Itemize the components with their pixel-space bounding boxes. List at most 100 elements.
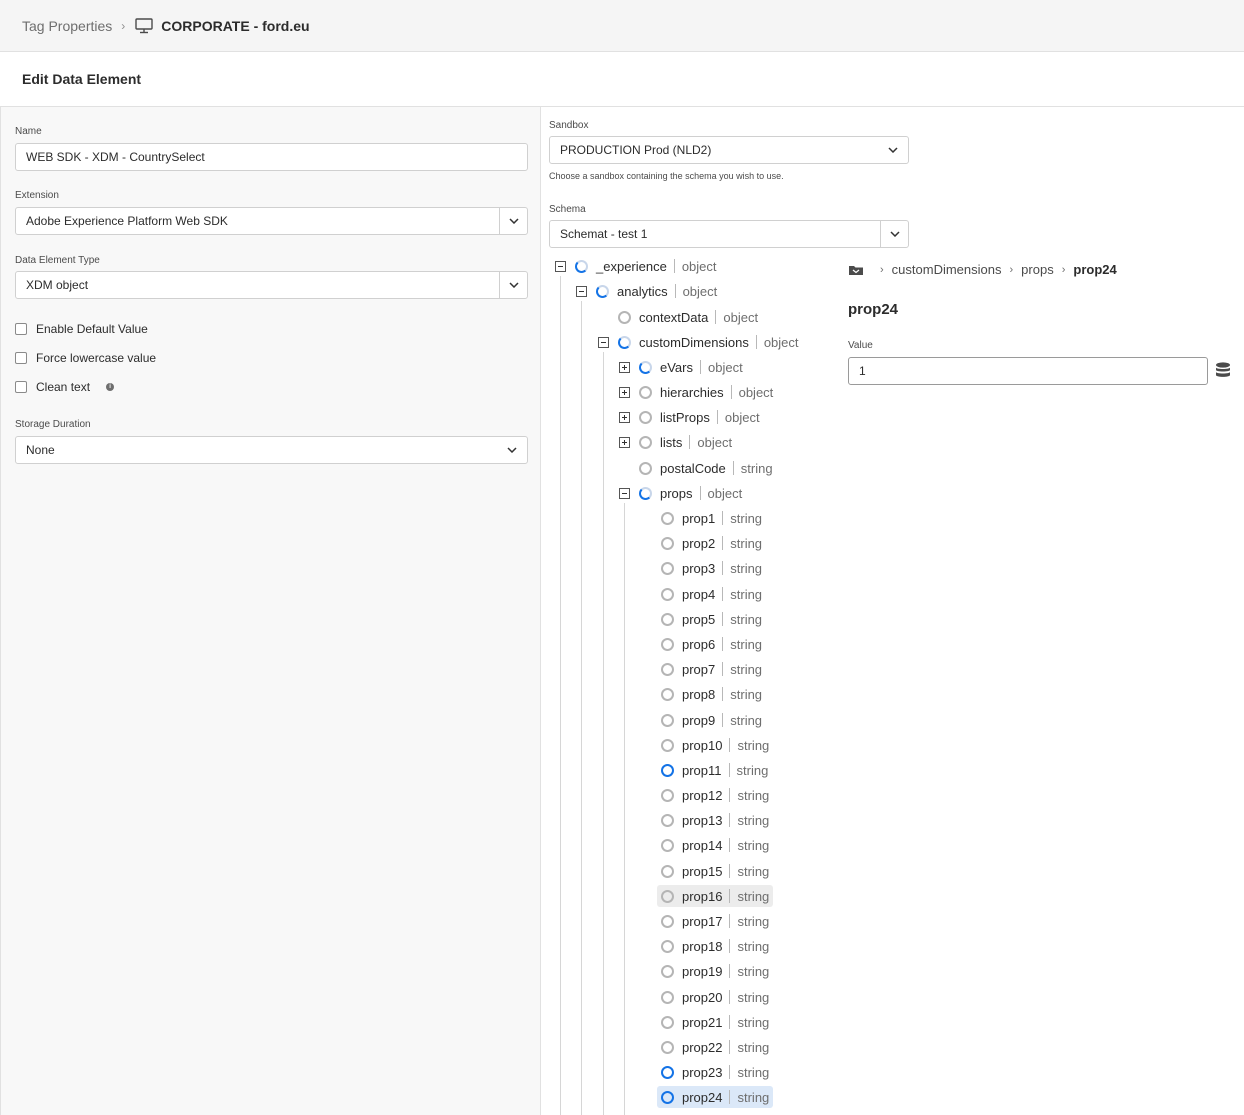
selection-circle-icon[interactable] — [661, 889, 674, 903]
breadcrumb-tag-properties[interactable]: Tag Properties — [22, 18, 112, 34]
expand-toggle[interactable] — [619, 437, 630, 448]
selection-circle-icon[interactable] — [661, 813, 674, 827]
tree-node-prop2[interactable]: prop2 string — [661, 532, 762, 554]
data-element-icon[interactable] — [1215, 362, 1231, 379]
selection-circle-icon[interactable] — [661, 612, 674, 626]
tree-node-prop7[interactable]: prop7 string — [661, 658, 762, 680]
selection-circle-icon[interactable] — [661, 587, 674, 601]
expand-toggle[interactable] — [619, 387, 630, 398]
value-input[interactable]: 1 — [848, 357, 1208, 385]
selection-circle-icon[interactable] — [661, 662, 674, 676]
selection-circle-icon[interactable] — [639, 461, 652, 475]
selection-circle-icon[interactable] — [575, 259, 588, 273]
tree-node-prop10[interactable]: prop10 string — [661, 734, 769, 756]
tree-node-prop19[interactable]: prop19 string — [661, 960, 769, 982]
selection-circle-icon[interactable] — [661, 637, 674, 651]
storage-duration-picker[interactable]: None — [15, 436, 528, 464]
schema-picker-button[interactable] — [880, 221, 908, 247]
tree-node-prop9[interactable]: prop9 string — [661, 709, 762, 731]
tree-node-hierarchies[interactable]: hierarchies object — [639, 381, 773, 403]
selection-circle-icon[interactable] — [639, 360, 652, 374]
selection-circle-icon[interactable] — [661, 763, 674, 777]
collapse-toggle[interactable] — [619, 488, 630, 499]
selection-circle-icon[interactable] — [639, 486, 652, 500]
tree-node-prop1[interactable]: prop1 string — [661, 507, 762, 529]
collapse-toggle[interactable] — [598, 337, 609, 348]
tree-node-prop12[interactable]: prop12 string — [661, 784, 769, 806]
enable-default-value-checkbox[interactable]: Enable Default Value — [15, 322, 148, 336]
tree-node-analytics[interactable]: analytics object — [596, 280, 717, 302]
selection-circle-icon[interactable] — [661, 1040, 674, 1054]
expand-toggle[interactable] — [619, 412, 630, 423]
node-name: analytics — [617, 283, 668, 299]
selection-circle-icon[interactable] — [661, 738, 674, 752]
selection-circle-icon[interactable] — [661, 788, 674, 802]
selection-circle-icon[interactable] — [618, 310, 631, 324]
tree-node-customdimensions[interactable]: customDimensions object — [618, 331, 799, 353]
tree-node-prop23[interactable]: prop23 string — [661, 1061, 769, 1083]
selection-circle-icon[interactable] — [661, 687, 674, 701]
folder-icon[interactable] — [848, 264, 864, 276]
selection-circle-icon[interactable] — [661, 964, 674, 978]
data-element-type-button[interactable] — [499, 272, 527, 298]
info-icon[interactable]: i — [106, 383, 115, 391]
tree-node-prop21[interactable]: prop21 string — [661, 1011, 769, 1033]
selection-circle-icon[interactable] — [661, 914, 674, 928]
checkbox-box[interactable] — [15, 352, 27, 364]
clean-text-checkbox[interactable]: Clean text i — [15, 380, 115, 394]
path-custom-dimensions[interactable]: customDimensions — [892, 262, 1002, 277]
tree-node-prop22[interactable]: prop22 string — [661, 1036, 769, 1058]
selection-circle-icon[interactable] — [661, 713, 674, 727]
tree-node-listprops[interactable]: listProps object — [639, 406, 760, 428]
tree-node-prop4[interactable]: prop4 string — [661, 583, 762, 605]
selection-circle-icon[interactable] — [661, 864, 674, 878]
schema-picker[interactable]: Schemat - test 1 — [549, 220, 909, 248]
tree-node-prop11[interactable]: prop11 string — [661, 759, 768, 781]
tree-node-prop6[interactable]: prop6 string — [661, 633, 762, 655]
tree-node-prop15[interactable]: prop15 string — [661, 860, 769, 882]
tree-node-prop24[interactable]: prop24 string — [657, 1086, 774, 1108]
tree-node-postalcode[interactable]: postalCode string — [639, 457, 773, 479]
selection-circle-icon[interactable] — [661, 536, 674, 550]
tree-node-props[interactable]: props object — [639, 482, 742, 504]
collapse-toggle[interactable] — [576, 286, 587, 297]
tree-node-prop5[interactable]: prop5 string — [661, 608, 762, 630]
tree-node-prop20[interactable]: prop20 string — [661, 986, 769, 1008]
selection-circle-icon[interactable] — [639, 435, 652, 449]
tree-node-prop14[interactable]: prop14 string — [661, 834, 769, 856]
extension-picker[interactable]: Adobe Experience Platform Web SDK — [15, 207, 528, 235]
tree-node-prop16[interactable]: prop16 string — [657, 885, 774, 907]
selection-circle-icon[interactable] — [639, 410, 652, 424]
data-element-type-picker[interactable]: XDM object — [15, 271, 528, 299]
selection-circle-icon[interactable] — [661, 561, 674, 575]
selection-circle-icon[interactable] — [661, 1090, 674, 1104]
selection-circle-icon[interactable] — [639, 385, 652, 399]
tree-node-contextdata[interactable]: contextData object — [618, 306, 758, 328]
selection-circle-icon[interactable] — [661, 511, 674, 525]
name-input[interactable]: WEB SDK - XDM - CountrySelect — [15, 143, 528, 171]
selection-circle-icon[interactable] — [661, 1065, 674, 1079]
tree-node-evars[interactable]: eVars object — [639, 356, 743, 378]
selection-circle-icon[interactable] — [661, 838, 674, 852]
tree-node-prop17[interactable]: prop17 string — [661, 910, 769, 932]
tree-node-prop8[interactable]: prop8 string — [661, 683, 762, 705]
tree-node-experience[interactable]: _experience object — [575, 255, 717, 277]
tree-node-prop3[interactable]: prop3 string — [661, 557, 762, 579]
checkbox-box[interactable] — [15, 381, 27, 393]
tree-node-lists[interactable]: lists object — [639, 431, 732, 453]
collapse-toggle[interactable] — [555, 261, 566, 272]
selection-circle-icon[interactable] — [661, 1015, 674, 1029]
selection-circle-icon[interactable] — [618, 335, 631, 349]
breadcrumb-property[interactable]: CORPORATE - ford.eu — [161, 18, 309, 34]
path-props[interactable]: props — [1021, 262, 1054, 277]
tree-node-prop13[interactable]: prop13 string — [661, 809, 769, 831]
expand-toggle[interactable] — [619, 362, 630, 373]
extension-picker-button[interactable] — [499, 208, 527, 234]
selection-circle-icon[interactable] — [661, 939, 674, 953]
selection-circle-icon[interactable] — [596, 284, 609, 298]
force-lowercase-checkbox[interactable]: Force lowercase value — [15, 351, 156, 365]
tree-node-prop18[interactable]: prop18 string — [661, 935, 769, 957]
selection-circle-icon[interactable] — [661, 990, 674, 1004]
checkbox-box[interactable] — [15, 323, 27, 335]
sandbox-picker[interactable]: PRODUCTION Prod (NLD2) — [549, 136, 909, 164]
